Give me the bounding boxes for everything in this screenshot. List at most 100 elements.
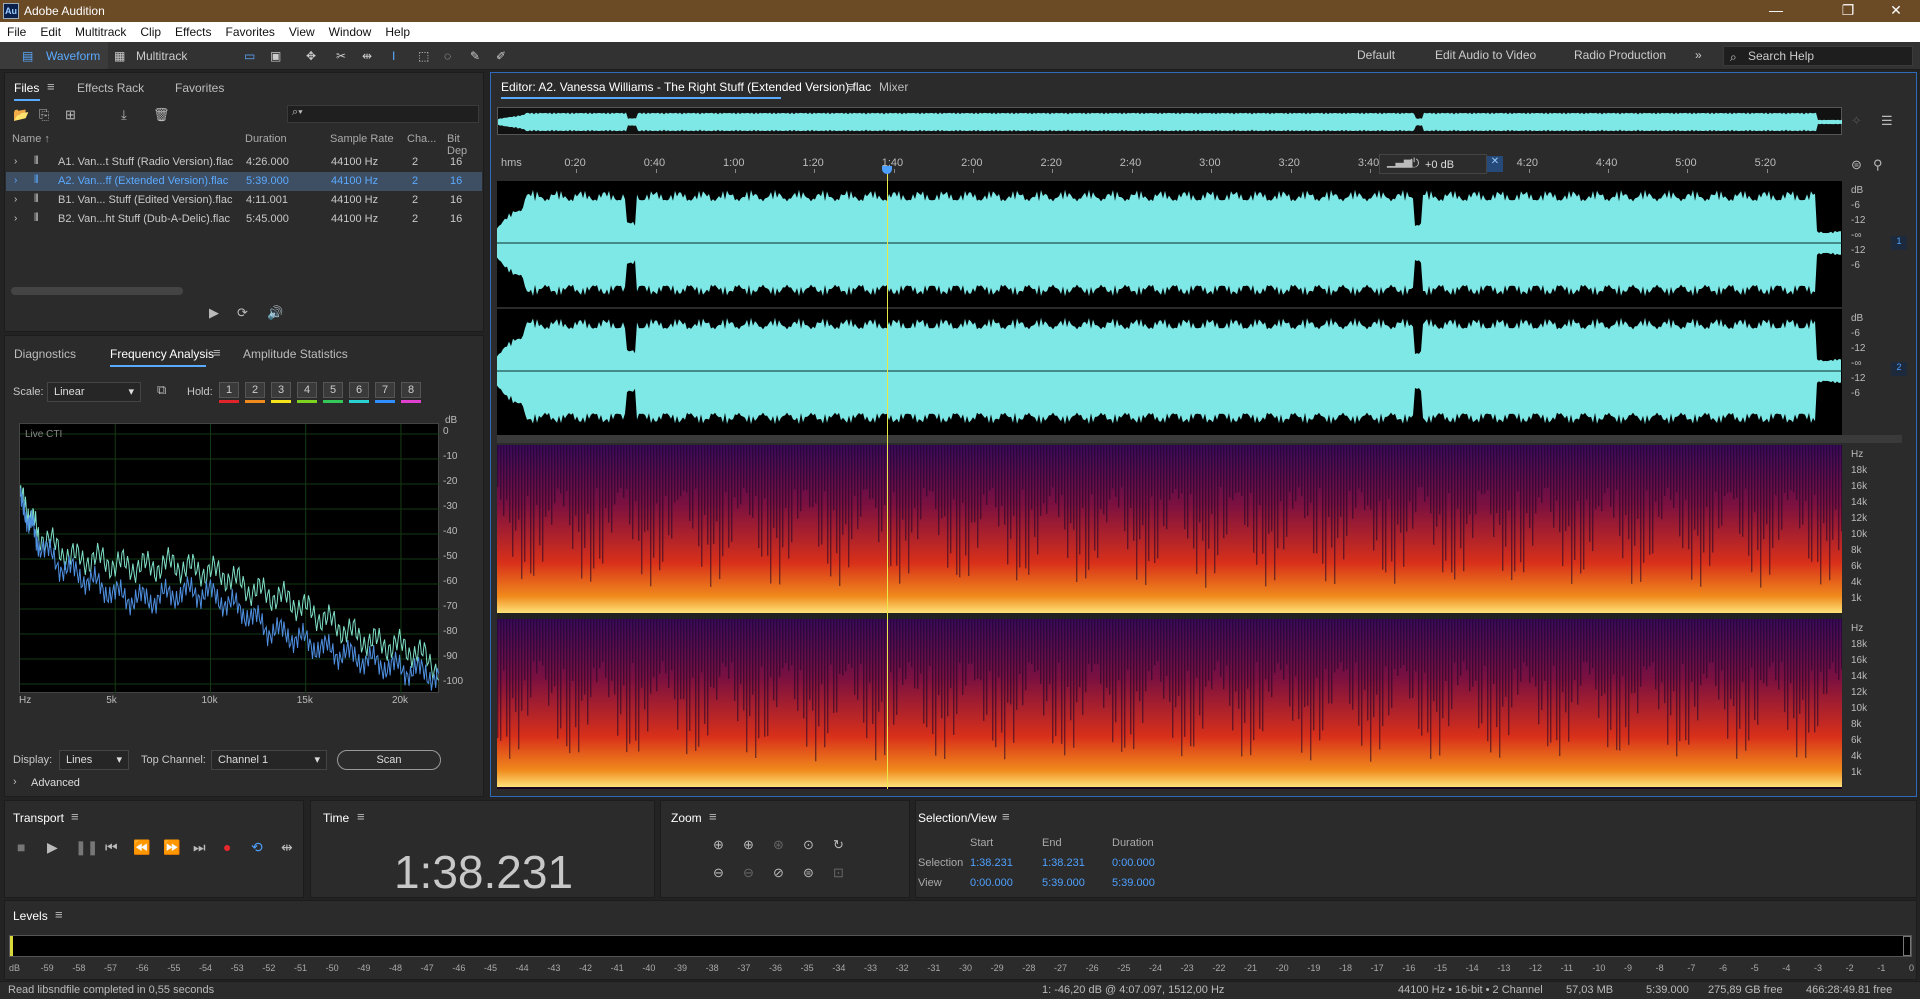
hold-slot-8[interactable]: 8 (401, 382, 421, 398)
chevron-right-icon[interactable]: › (14, 194, 17, 205)
multitrack-mode-button[interactable]: Multitrack (136, 46, 187, 66)
chevron-right-icon[interactable]: › (14, 175, 17, 186)
selection-duration[interactable]: 0:00.000 (1112, 857, 1155, 869)
skip-selection-icon[interactable]: ⇹ (281, 839, 293, 856)
channel-badge-2[interactable]: 2 (1891, 362, 1907, 376)
playhead-marker-icon[interactable] (881, 166, 892, 174)
zoom-reset-icon[interactable]: ↻ (833, 837, 844, 853)
panel-menu-icon[interactable]: ≡ (47, 79, 55, 94)
menu-clip[interactable]: Clip (133, 22, 168, 39)
chevron-right-icon[interactable]: › (14, 156, 17, 167)
brush-tool-icon[interactable]: ✎ (470, 46, 480, 66)
zoom-out-amplitude-icon[interactable]: ⊖ (713, 865, 724, 881)
hold-slot-1[interactable]: 1 (219, 382, 239, 398)
stop-icon[interactable]: ■ (17, 839, 25, 855)
volume-knob-icon[interactable]: ⏻ (1409, 155, 1419, 171)
stack-view-icon[interactable]: ⧉ (157, 382, 166, 398)
loop-playback-icon[interactable]: ⟲ (251, 839, 263, 856)
menu-view[interactable]: View (282, 22, 322, 39)
zoom-in-out-icon[interactable]: ⊜ (803, 865, 814, 881)
go-to-end-icon[interactable]: ⏭ (193, 839, 206, 856)
view-end[interactable]: 5:39.000 (1042, 877, 1085, 889)
advanced-toggle[interactable]: Advanced (31, 777, 80, 789)
col-duration[interactable]: Duration (245, 133, 287, 145)
loop-preview-icon[interactable]: ⟳ (237, 305, 248, 321)
panel-menu-icon[interactable]: ≡ (55, 907, 63, 922)
hold-slot-2[interactable]: 2 (245, 382, 265, 398)
time-selection-tool-icon[interactable]: I (392, 46, 395, 66)
time-ruler[interactable]: 0:20 0:40 1:00 1:20 1:40 2:00 2:20 2:40 3:00 3:20… (497, 155, 1842, 173)
new-file-icon[interactable]: ⊞ (65, 107, 76, 123)
pin-icon[interactable]: ⚲ (1873, 157, 1883, 173)
view-start[interactable]: 0:00.000 (970, 877, 1013, 889)
hold-slot-3[interactable]: 3 (271, 382, 291, 398)
tab-favorites[interactable]: Favorites (175, 81, 224, 95)
selection-end[interactable]: 1:38.231 (1042, 857, 1085, 869)
show-spectral-icon[interactable]: ▣ (270, 46, 281, 66)
editor-menu-icon[interactable]: ☰ (1881, 113, 1893, 129)
tab-effects-rack[interactable]: Effects Rack (77, 81, 144, 95)
menu-window[interactable]: Window (322, 22, 379, 39)
zoom-out-full-icon[interactable]: ✧ (1851, 113, 1862, 129)
table-row[interactable]: › ⫴ B2. Van...ht Stuff (Dub-A-Delic).flac 5… (6, 210, 482, 229)
open-file-icon[interactable]: 📂 (13, 107, 29, 123)
workspace-default[interactable]: Default (1357, 48, 1395, 62)
zoom-in-amplitude-icon[interactable]: ⊕ (713, 837, 724, 853)
view-duration[interactable]: 5:39.000 (1112, 877, 1155, 889)
show-waveform-icon[interactable]: ▭ (244, 46, 255, 66)
zoom-out-time-icon[interactable]: ⊖ (743, 865, 754, 881)
editor-tab[interactable]: Editor: A2. Vanessa Williams - The Right… (501, 80, 871, 94)
overview-bar[interactable] (497, 107, 1842, 135)
menu-help[interactable]: Help (378, 22, 417, 39)
panel-menu-icon[interactable]: ≡ (1002, 809, 1010, 824)
scale-dropdown[interactable]: Linear ▾ (47, 382, 141, 402)
files-scrollbar[interactable] (11, 287, 183, 295)
menu-file[interactable]: File (0, 22, 33, 39)
zoom-to-selection-icon[interactable]: ⊛ (773, 837, 784, 853)
pause-icon[interactable]: ❚❚ (75, 839, 98, 856)
import-file-icon[interactable]: ⎘ (39, 107, 49, 123)
playhead[interactable] (886, 169, 888, 789)
clip-indicator[interactable] (1903, 936, 1911, 956)
spectral-display[interactable] (497, 445, 1843, 789)
panel-menu-icon[interactable]: ≡ (709, 809, 717, 824)
col-channels[interactable]: Cha... (407, 133, 436, 145)
panel-menu-icon[interactable]: ≡ (213, 345, 221, 360)
waveform-display[interactable] (497, 181, 1842, 435)
zoom-full-icon[interactable]: ⊡ (833, 865, 844, 881)
spot-healing-tool-icon[interactable]: ✐ (496, 46, 506, 66)
col-name[interactable]: Name ↑ (12, 133, 50, 145)
minimize-icon[interactable]: — (1756, 2, 1796, 20)
menu-edit[interactable]: Edit (33, 22, 68, 39)
panel-menu-icon[interactable]: ≡ (71, 809, 79, 824)
chevron-right-icon[interactable]: › (13, 776, 17, 788)
workspace-radio-production[interactable]: Radio Production (1574, 48, 1666, 62)
autoplay-icon[interactable]: 🔊 (267, 305, 283, 321)
search-help-input[interactable]: Search Help (1723, 46, 1913, 66)
menu-favorites[interactable]: Favorites (219, 22, 282, 39)
menu-multitrack[interactable]: Multitrack (68, 22, 133, 39)
insert-into-multitrack-icon[interactable]: ⤓ (121, 107, 127, 123)
trash-icon[interactable]: 🗑 (153, 107, 170, 123)
tab-frequency-analysis[interactable]: Frequency Analysis (110, 347, 214, 361)
go-to-start-icon[interactable]: ⏮ (105, 839, 118, 856)
panel-menu-icon[interactable]: ≡ (357, 809, 365, 824)
top-channel-dropdown[interactable]: Channel 1 ▾ (211, 750, 327, 770)
move-tool-icon[interactable]: ✥ (306, 46, 316, 66)
zoom-icon[interactable]: ⊜ (1851, 157, 1862, 173)
scan-button[interactable]: Scan (337, 750, 441, 770)
file-filter-input[interactable] (287, 105, 479, 123)
selection-start[interactable]: 1:38.231 (970, 857, 1013, 869)
hold-slot-6[interactable]: 6 (349, 382, 369, 398)
hold-slot-4[interactable]: 4 (297, 382, 317, 398)
menu-effects[interactable]: Effects (168, 22, 218, 39)
tab-diagnostics[interactable]: Diagnostics (14, 347, 76, 361)
table-row[interactable]: › ⫴ B1. Van... Stuff (Edited Version).flac… (6, 191, 482, 210)
zoom-in-point-icon[interactable]: ⊙ (803, 837, 814, 853)
hold-slot-5[interactable]: 5 (323, 382, 343, 398)
play-icon[interactable]: ▶ (47, 839, 58, 856)
more-workspaces-icon[interactable]: » (1695, 48, 1702, 62)
time-display[interactable]: 1:38.231 (311, 845, 656, 899)
play-preview-icon[interactable]: ▶ (209, 305, 219, 321)
col-sample-rate[interactable]: Sample Rate (330, 133, 394, 145)
